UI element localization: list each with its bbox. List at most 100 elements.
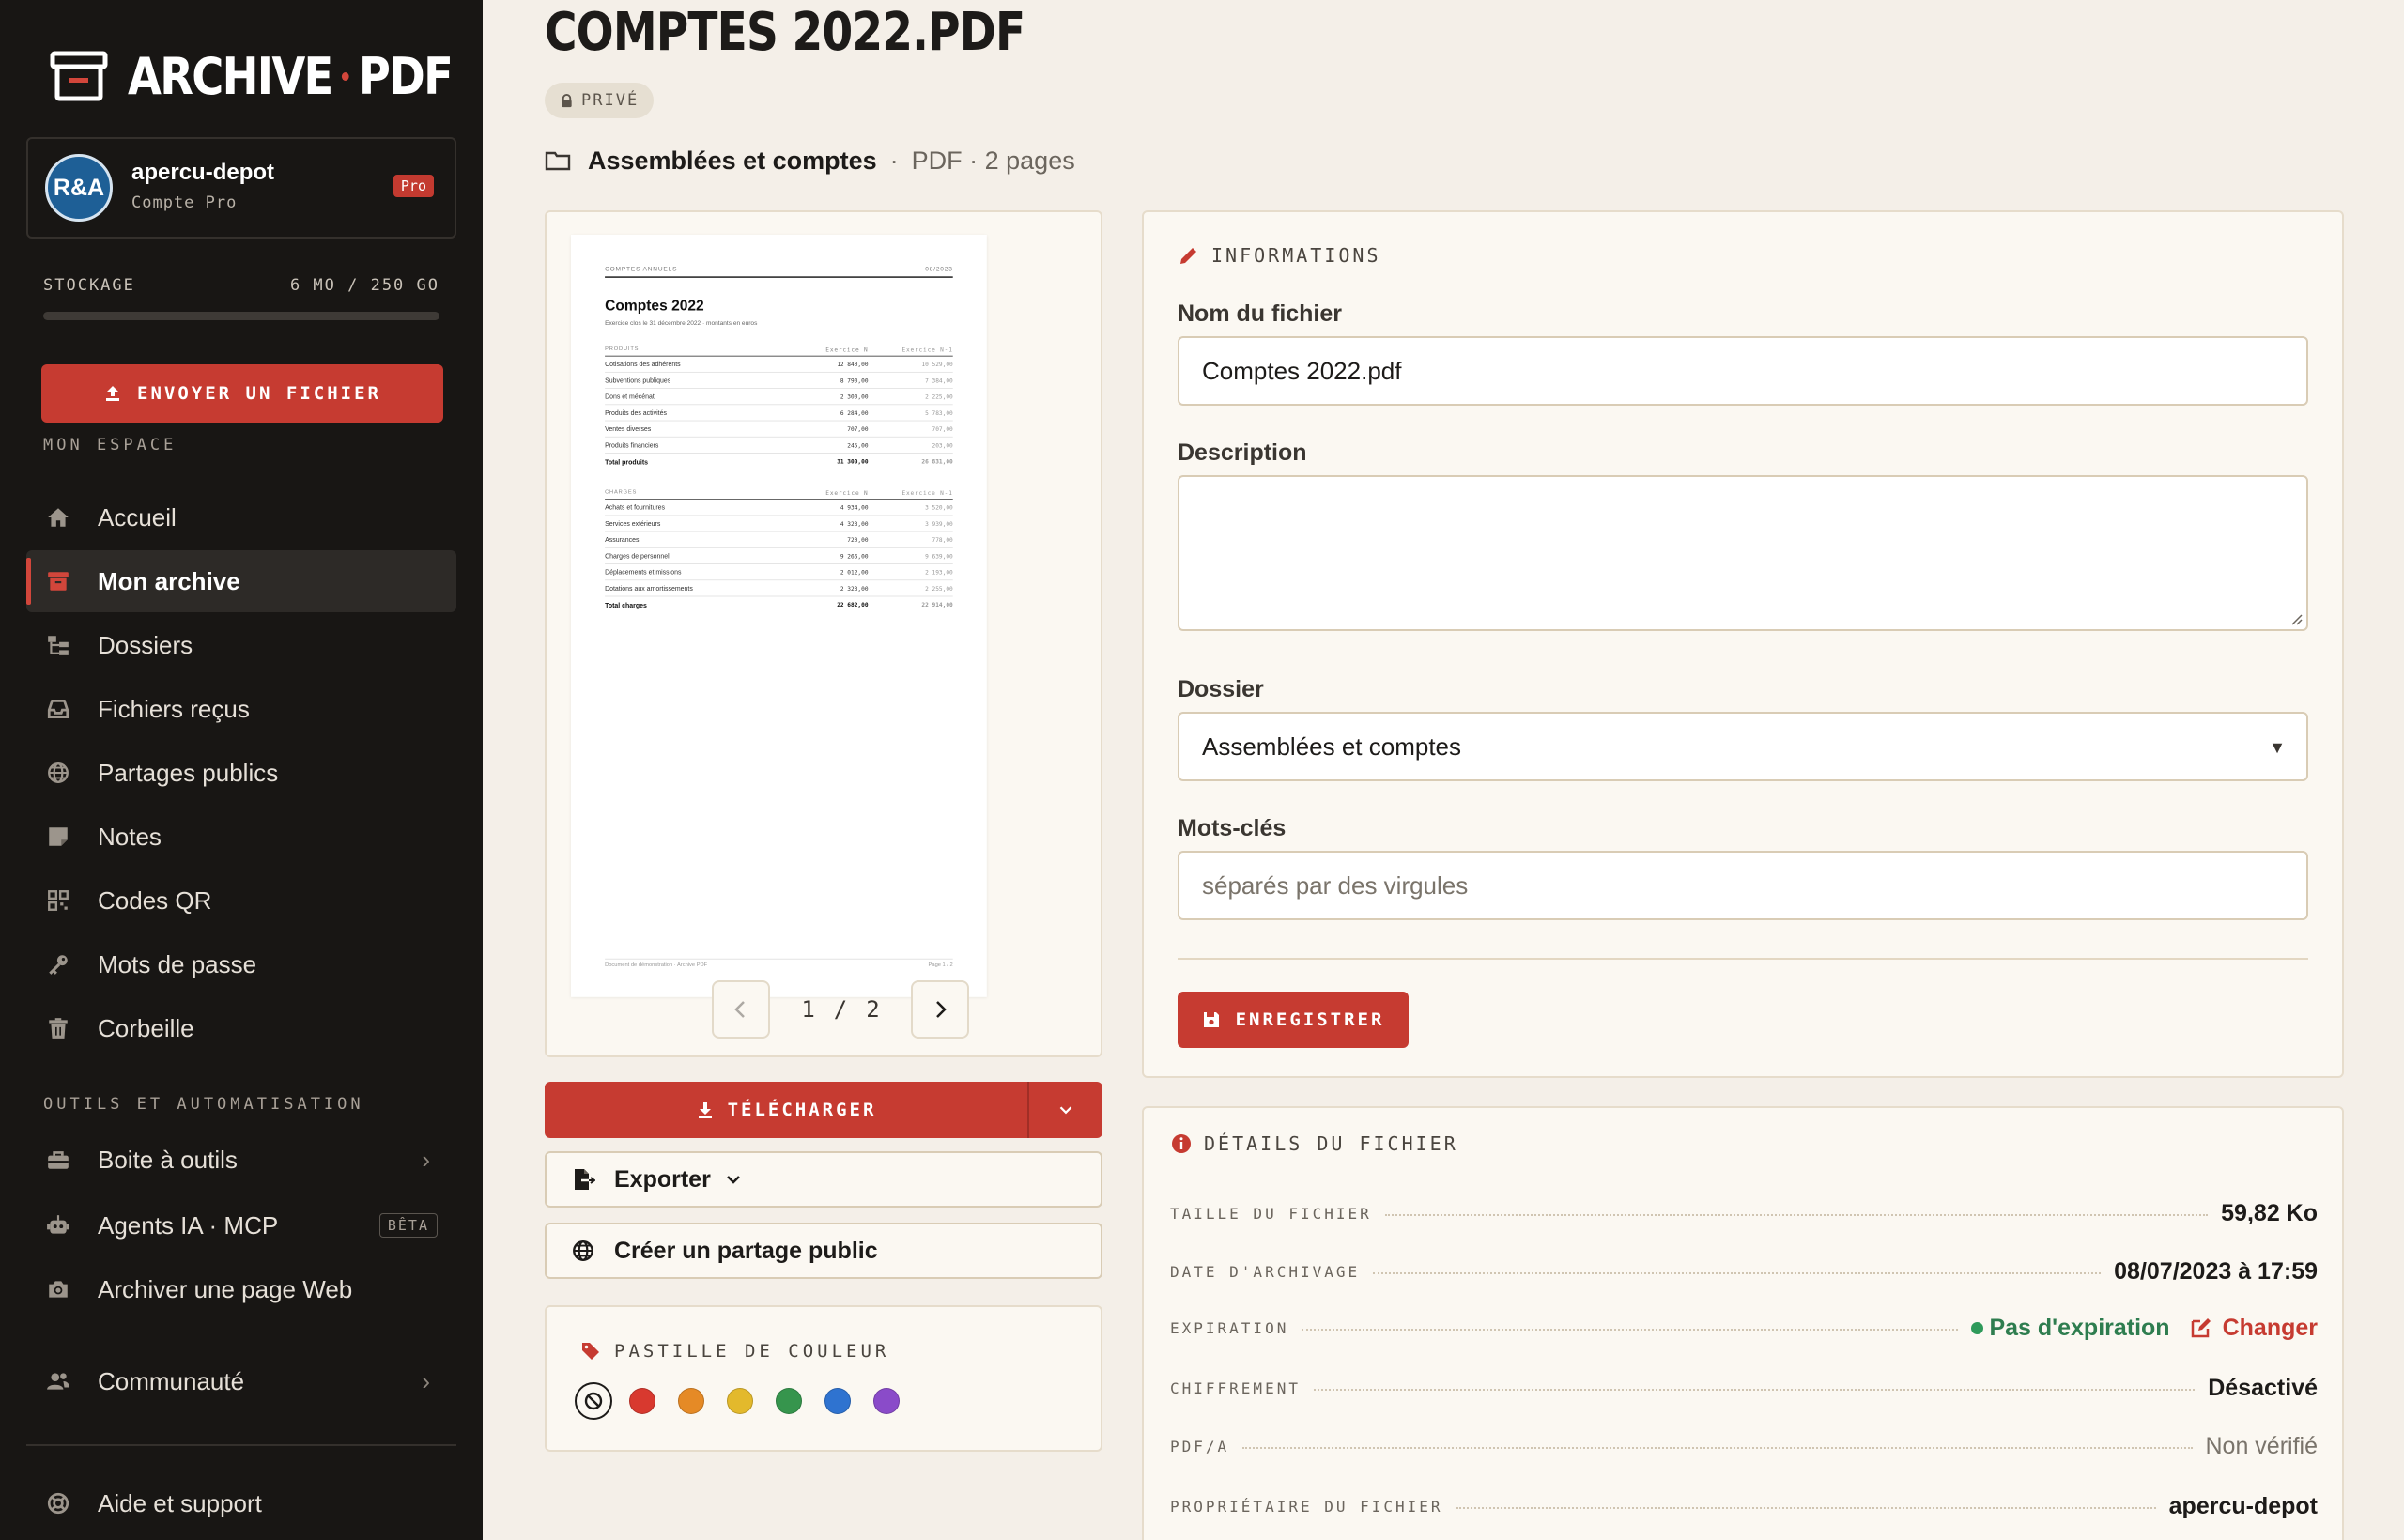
info-icon xyxy=(1172,1134,1191,1153)
users-icon xyxy=(45,1368,71,1394)
pdf-table-row: Subventions publiques 8 790,00 7 384,00 xyxy=(605,373,953,389)
color-swatch-orange[interactable] xyxy=(678,1388,704,1414)
pdf-cell: 2 255,00 xyxy=(925,584,953,593)
logo-dot xyxy=(341,71,349,81)
detail-label: CHIFFREMENT xyxy=(1170,1378,1301,1397)
sidebar-item-label: Mots de passe xyxy=(98,949,257,978)
pdf-page-thumbnail[interactable]: COMPTES ANNUELS 08/2023 Comptes 2022 Exe… xyxy=(571,235,987,997)
lock-icon xyxy=(562,93,572,107)
sidebar-item-mots-de-passe[interactable]: Mots de passe xyxy=(26,933,456,995)
next-page-button[interactable] xyxy=(911,980,969,1039)
globe-icon xyxy=(571,1239,595,1263)
pdf-cell: 22 682,00 xyxy=(837,601,869,608)
sidebar-item-agents-ia[interactable]: Agents IA · MCP BÊTA xyxy=(26,1194,456,1256)
change-expiration-button[interactable]: Changer xyxy=(2189,1315,2318,1342)
sidebar-item-mon-archive[interactable]: Mon archive xyxy=(26,550,456,612)
download-options-button[interactable] xyxy=(1027,1082,1102,1138)
breadcrumb: Assemblées et comptes · PDF · 2 pages xyxy=(545,141,1075,180)
leader-dots xyxy=(1313,1389,2196,1391)
detail-label: PDF/A xyxy=(1170,1437,1230,1455)
detail-row-size: TAILLE DU FICHIER 59,82 Ko xyxy=(1170,1194,2318,1232)
detail-row-encryption: CHIFFREMENT Désactivé xyxy=(1170,1369,2318,1407)
storage-label: STOCKAGE xyxy=(43,276,135,295)
detail-value: apercu-depot xyxy=(2168,1492,2318,1519)
leader-dots xyxy=(1456,1507,2156,1509)
detail-value: Désactivé xyxy=(2208,1374,2318,1401)
pdf-cell: 5 783,00 xyxy=(925,408,953,417)
color-swatch-green[interactable] xyxy=(776,1388,802,1414)
color-swatch-blue[interactable] xyxy=(824,1388,851,1414)
upload-file-label: ENVOYER UN FICHIER xyxy=(137,383,381,404)
color-swatch-yellow[interactable] xyxy=(727,1388,753,1414)
floppy-disk-icon xyxy=(1203,1012,1219,1027)
pdf-cell: Déplacements et missions xyxy=(605,568,682,577)
pdf-cell: Services extérieurs xyxy=(605,519,661,528)
sidebar-item-accueil[interactable]: Accueil xyxy=(26,486,456,548)
upload-file-button[interactable]: ENVOYER UN FICHIER xyxy=(41,364,443,423)
create-public-share-button[interactable]: Créer un partage public xyxy=(545,1223,1102,1279)
sidebar-item-corbeille[interactable]: Corbeille xyxy=(26,997,456,1059)
color-swatches xyxy=(575,1382,922,1420)
sidebar-item-notes[interactable]: Notes xyxy=(26,806,456,868)
note-icon xyxy=(45,824,71,850)
pdf-cell: Total charges xyxy=(605,600,647,609)
storage-meter: STOCKAGE 6 MO / 250 GO xyxy=(43,276,439,320)
detail-row-expiration: EXPIRATION Pas d'expiration Changer xyxy=(1170,1309,2318,1347)
page-separator: / xyxy=(833,996,848,1023)
sidebar-item-label: Corbeille xyxy=(98,1013,194,1042)
breadcrumb-folder-link[interactable]: Assemblées et comptes xyxy=(588,146,877,176)
save-label: ENREGISTRER xyxy=(1235,1009,1385,1030)
sidebar-item-dossiers[interactable]: Dossiers xyxy=(26,614,456,676)
pdf-cell: Dotations aux amortissements xyxy=(605,584,693,593)
pdf-cell: 31 300,00 xyxy=(837,457,869,466)
document-meta: PDF · 2 pages xyxy=(911,146,1075,175)
download-button[interactable]: TÉLÉCHARGER xyxy=(545,1082,1027,1138)
details-heading: DÉTAILS DU FICHIER xyxy=(1204,1132,1458,1155)
create-public-share-label: Créer un partage public xyxy=(614,1237,878,1264)
sidebar-item-aide[interactable]: Aide et support xyxy=(26,1472,456,1534)
sidebar-item-archiver-page-web[interactable]: Archiver une page Web xyxy=(26,1258,456,1320)
sidebar-item-fichiers-recus[interactable]: Fichiers reçus xyxy=(26,678,456,740)
pdf-cell: Charges de personnel xyxy=(605,551,670,561)
pdf-cell: 720,00 xyxy=(847,536,869,544)
pdf-table-row: Ventes diverses 707,00 707,00 xyxy=(605,421,953,438)
tag-icon xyxy=(582,1343,599,1360)
sidebar-item-boite-a-outils[interactable]: Boite à outils › xyxy=(26,1129,456,1191)
pdf-col-label: Exercice N-1 xyxy=(902,489,953,497)
no-color-swatch[interactable] xyxy=(575,1382,612,1420)
folder-select[interactable]: Assemblées et comptes ▼ xyxy=(1178,712,2308,781)
color-tag-label: PASTILLE DE COULEUR xyxy=(614,1341,890,1362)
description-textarea[interactable] xyxy=(1178,475,2308,631)
sidebar-item-label: Partages publics xyxy=(98,758,279,787)
filename-input[interactable]: Comptes 2022.pdf xyxy=(1178,336,2308,406)
edit-icon xyxy=(2191,1318,2211,1338)
pdf-cell: 4 934,00 xyxy=(840,503,869,511)
account-card[interactable]: R&A apercu-depot Compte Pro Pro xyxy=(26,137,456,239)
folder-label: Dossier xyxy=(1178,676,1264,702)
resize-handle-icon[interactable] xyxy=(2289,612,2303,625)
pdf-table-row: Dotations aux amortissements 2 323,00 2 25… xyxy=(605,580,953,597)
status-dot xyxy=(1971,1321,1984,1334)
sidebar-item-codes-qr[interactable]: Codes QR xyxy=(26,870,456,932)
sidebar-item-partages-publics[interactable]: Partages publics xyxy=(26,742,456,804)
save-button[interactable]: ENREGISTRER xyxy=(1178,992,1409,1048)
previous-page-button[interactable] xyxy=(712,980,770,1039)
information-heading: INFORMATIONS xyxy=(1211,244,1381,267)
detail-value: 08/07/2023 à 17:59 xyxy=(2114,1257,2318,1285)
form-divider xyxy=(1178,958,2308,960)
sidebar-item-communaute[interactable]: Communauté › xyxy=(26,1350,456,1412)
color-swatch-purple[interactable] xyxy=(873,1388,900,1414)
export-button[interactable]: Exporter xyxy=(545,1151,1102,1208)
pdf-cell: 8 790,00 xyxy=(840,377,869,384)
expiration-value: Pas d'expiration xyxy=(1989,1314,2170,1341)
app-logo[interactable]: ARCHIVE PDF xyxy=(49,43,504,109)
color-swatch-red[interactable] xyxy=(629,1388,655,1414)
qr-code-icon xyxy=(45,887,71,914)
leader-dots xyxy=(1373,1272,2102,1274)
pdf-col-label: PRODUITS xyxy=(605,346,640,352)
home-icon xyxy=(45,504,71,531)
sidebar-item-label: Codes QR xyxy=(98,886,212,915)
download-icon xyxy=(698,1102,712,1118)
keywords-input[interactable]: séparés par des virgules xyxy=(1178,851,2308,920)
pdf-col-label: Exercice N xyxy=(825,346,869,354)
